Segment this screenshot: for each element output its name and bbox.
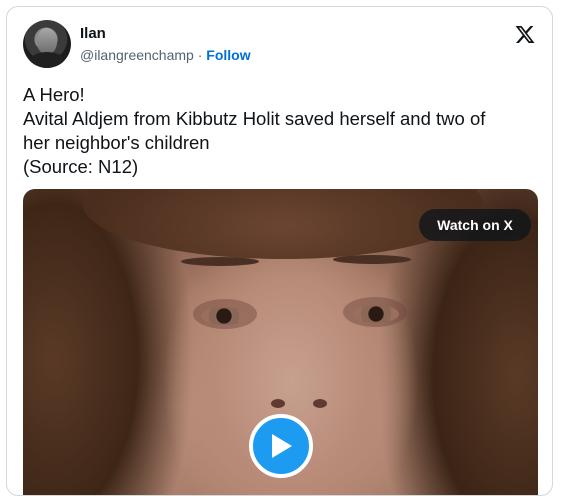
author-handle[interactable]: @ilangreenchamp — [80, 47, 194, 63]
video-thumbnail[interactable]: Watch on X — [23, 189, 538, 495]
tweet-card: Ilan @ilangreenchamp · Follow A Hero! Av… — [6, 6, 553, 496]
thumbnail-nostril-right — [313, 399, 327, 408]
tweet-line: Avital Aldjem from Kibbutz Holit saved h… — [23, 108, 486, 129]
tweet-line: A Hero! — [23, 84, 85, 105]
watch-on-x-button[interactable]: Watch on X — [419, 209, 531, 241]
follow-link[interactable]: Follow — [206, 47, 250, 63]
avatar-face — [37, 28, 57, 54]
x-logo-icon[interactable] — [514, 24, 536, 45]
thumbnail-brow-right — [333, 255, 411, 264]
thumbnail-brow-left — [181, 257, 259, 266]
play-icon — [272, 434, 292, 458]
handle-separator: · — [197, 47, 203, 63]
play-button[interactable] — [249, 414, 313, 478]
avatar[interactable] — [23, 20, 71, 68]
thumbnail-eye-left — [201, 307, 247, 325]
tweet-line: her neighbor's children — [23, 132, 210, 153]
author-name[interactable]: Ilan — [80, 25, 106, 42]
tweet-text: A Hero! Avital Aldjem from Kibbutz Holit… — [23, 83, 543, 179]
author-handle-row: @ilangreenchamp · Follow — [80, 47, 251, 63]
thumbnail-nostril-left — [271, 399, 285, 408]
avatar-body — [29, 52, 65, 68]
thumbnail-eye-right — [353, 305, 399, 323]
tweet-line: (Source: N12) — [23, 156, 139, 177]
